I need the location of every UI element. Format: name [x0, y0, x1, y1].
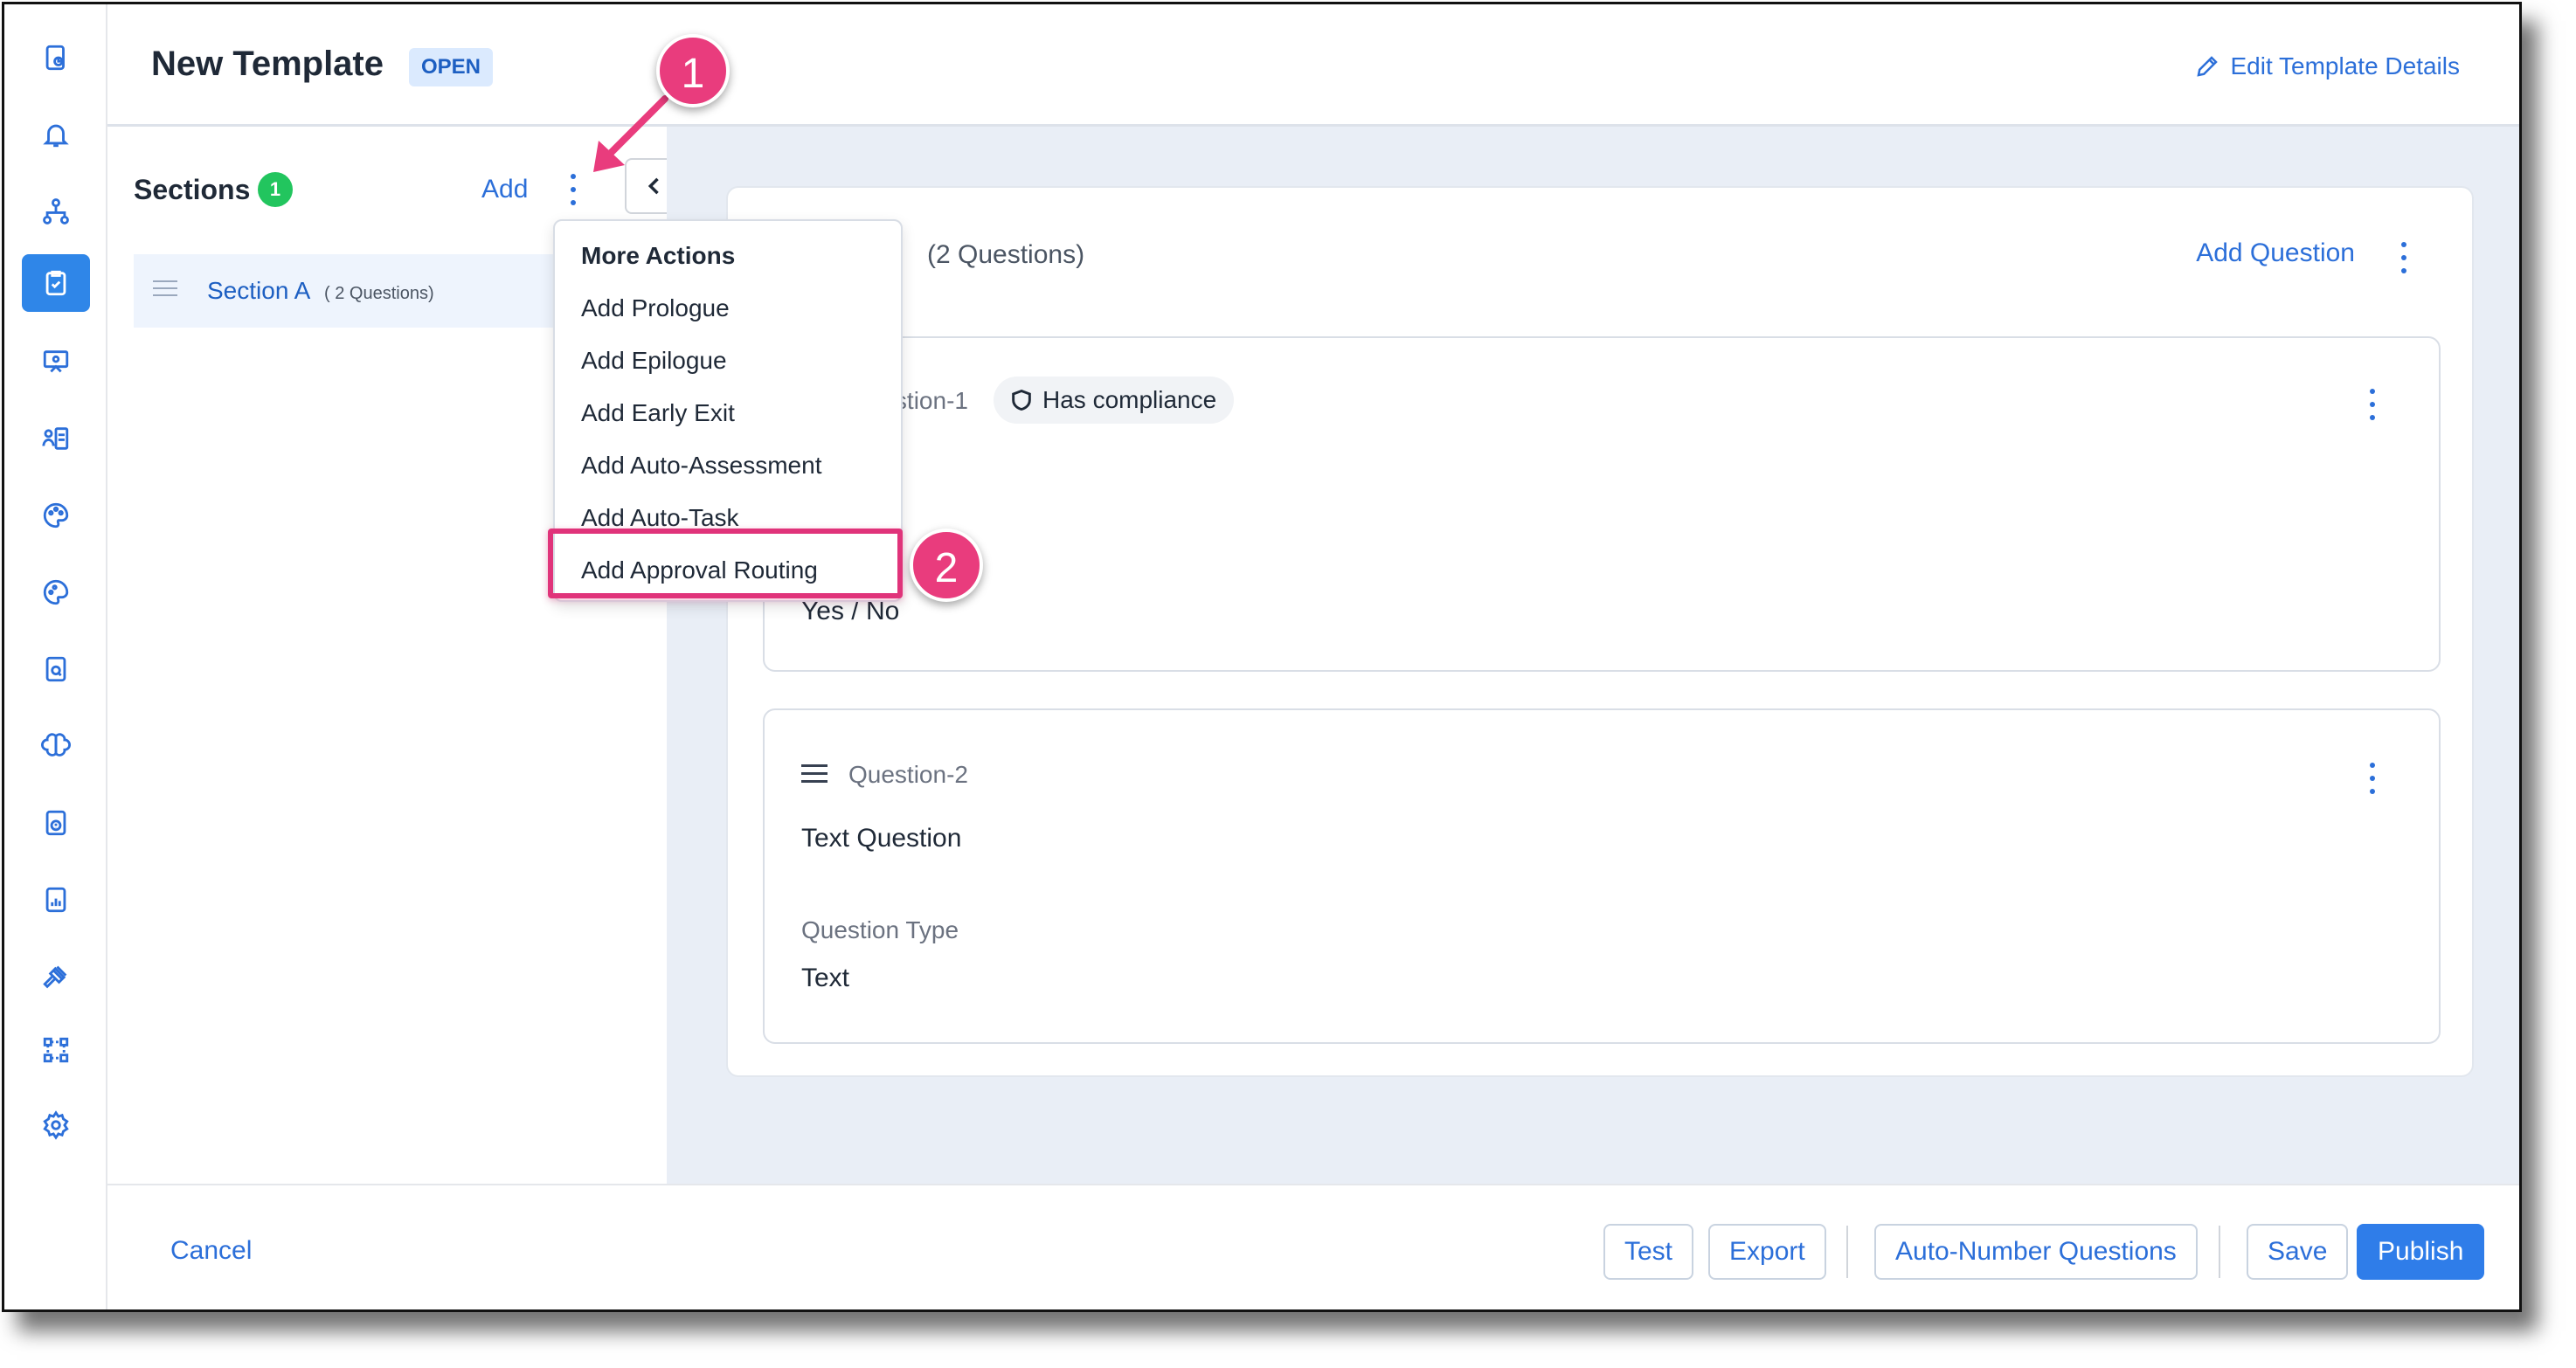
- section-kebab-button[interactable]: [2395, 242, 2413, 273]
- document-search-icon[interactable]: [22, 640, 90, 698]
- gavel-icon[interactable]: [22, 948, 90, 1005]
- question-type-value: Text: [801, 964, 850, 992]
- question-type-label: Question Type: [801, 916, 959, 943]
- brain-icon[interactable]: [22, 717, 90, 775]
- add-question-button[interactable]: Add Question: [2196, 238, 2355, 268]
- hierarchy-icon[interactable]: [22, 183, 90, 240]
- menu-item-add-epilogue[interactable]: Add Epilogue: [581, 347, 727, 375]
- footer-divider: [2219, 1226, 2220, 1278]
- document-alert-icon[interactable]: [22, 794, 90, 852]
- bell-icon[interactable]: [22, 106, 90, 163]
- footer-divider: [1846, 1226, 1848, 1278]
- auto-number-questions-button[interactable]: Auto-Number Questions: [1874, 1224, 2198, 1280]
- left-nav-rail: [4, 4, 107, 1309]
- report-icon[interactable]: [22, 871, 90, 929]
- sections-count-badge: 1: [258, 172, 293, 207]
- approval-routing-highlight: [548, 529, 903, 598]
- dashboard-icon[interactable]: [22, 29, 90, 86]
- callout-arrow-icon: [593, 95, 668, 172]
- save-button[interactable]: Save: [2247, 1224, 2349, 1280]
- question-card: Question-2 Text Question Question Type T…: [763, 708, 2441, 1044]
- question-label: Question-2: [848, 761, 968, 788]
- app-window: New Template OPEN Edit Template Details …: [2, 2, 2522, 1312]
- edit-template-details-link[interactable]: Edit Template Details: [2194, 52, 2461, 80]
- presentation-icon[interactable]: [22, 333, 90, 390]
- menu-item-add-early-exit[interactable]: Add Early Exit: [581, 399, 735, 427]
- compliance-label: Has compliance: [1042, 386, 1217, 413]
- page-header: New Template OPEN Edit Template Details: [107, 4, 2519, 127]
- edit-template-details-label: Edit Template Details: [2230, 52, 2461, 79]
- menu-header: More Actions: [581, 242, 736, 269]
- palette-alt-icon[interactable]: [22, 563, 90, 621]
- callout-1: 1: [656, 34, 730, 107]
- cancel-button[interactable]: Cancel: [170, 1236, 252, 1266]
- section-question-count-label: (2 Questions): [927, 240, 1085, 269]
- page-footer: Cancel Test Export Auto-Number Questions…: [107, 1184, 2519, 1309]
- sections-title: Sections: [134, 174, 251, 205]
- workflow-icon[interactable]: [22, 1021, 90, 1079]
- status-badge: OPEN: [409, 48, 494, 86]
- question-kebab-button[interactable]: [2364, 389, 2381, 420]
- settings-icon[interactable]: [22, 1096, 90, 1154]
- compliance-badge: Has compliance: [994, 377, 1235, 424]
- question-kebab-button[interactable]: [2364, 763, 2381, 794]
- section-name: Section A: [207, 277, 311, 304]
- page-title: New Template: [151, 45, 384, 83]
- question-card: Question-1 Has compliance Yes / No: [763, 336, 2441, 672]
- shield-icon: [1012, 389, 1031, 411]
- pencil-icon: [2196, 56, 2218, 77]
- publish-button[interactable]: Publish: [2357, 1224, 2485, 1280]
- callout-2: 2: [910, 529, 983, 602]
- menu-item-add-prologue[interactable]: Add Prologue: [581, 294, 730, 322]
- test-button[interactable]: Test: [1603, 1224, 1694, 1280]
- menu-item-add-auto-assessment[interactable]: Add Auto-Assessment: [581, 452, 821, 480]
- drag-handle-icon[interactable]: [153, 280, 177, 301]
- section-question-count: ( 2 Questions): [324, 284, 434, 303]
- section-content-area: (2 Questions) Add Question Question-1 Ha…: [667, 127, 2519, 1184]
- drag-handle-icon[interactable]: [801, 764, 828, 788]
- palette-icon[interactable]: [22, 487, 90, 544]
- section-card: (2 Questions) Add Question Question-1 Ha…: [726, 186, 2474, 1077]
- user-list-icon[interactable]: [22, 410, 90, 467]
- export-button[interactable]: Export: [1708, 1224, 1826, 1280]
- question-text: Text Question: [801, 824, 962, 853]
- add-section-button[interactable]: Add: [481, 175, 528, 204]
- checklist-icon[interactable]: [22, 254, 90, 312]
